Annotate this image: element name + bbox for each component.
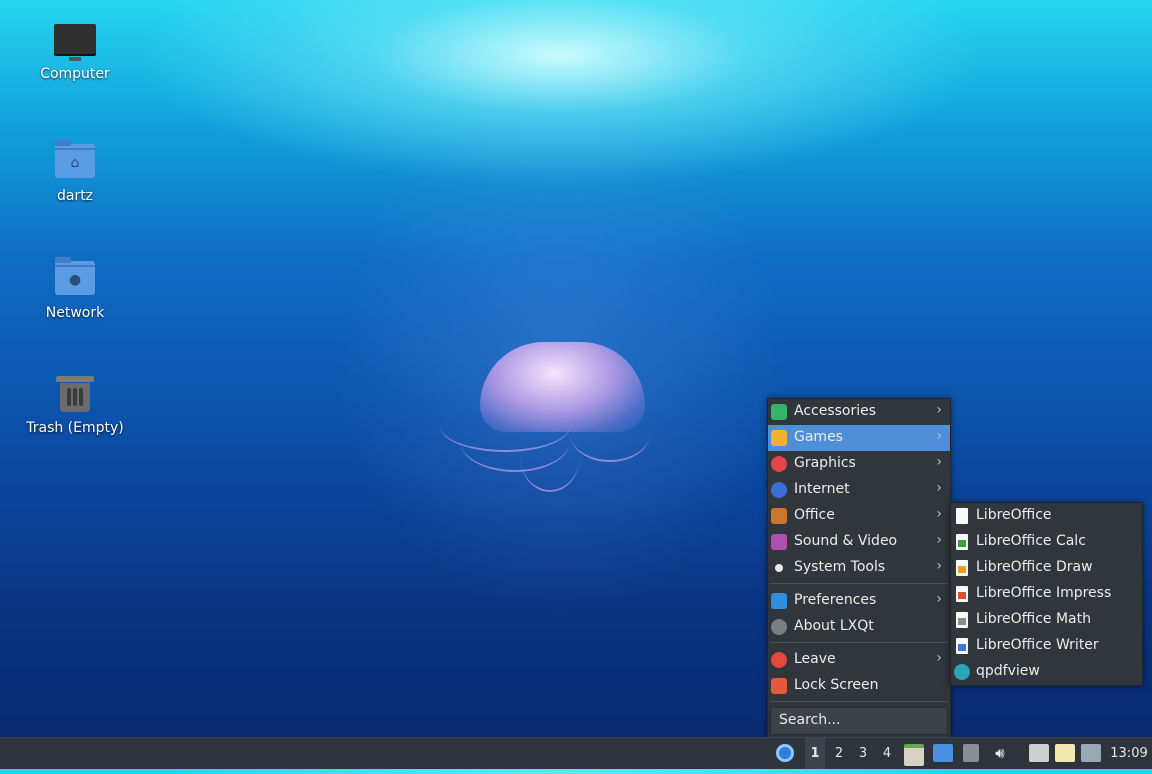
menu-item-games[interactable]: Games › bbox=[768, 425, 950, 451]
chevron-right-icon: › bbox=[936, 558, 942, 574]
taskbar-panel: 1 2 3 4 🔊︎ 13:09 bbox=[0, 737, 1152, 769]
menu-item-sound-video[interactable]: Sound & Video › bbox=[768, 529, 950, 555]
lxqt-logo-icon bbox=[776, 744, 794, 762]
clock[interactable]: 13:09 bbox=[1108, 738, 1150, 769]
notification-icon[interactable] bbox=[1081, 744, 1101, 762]
trash-icon bbox=[56, 376, 94, 412]
workspace-1-button[interactable]: 1 bbox=[805, 738, 825, 769]
menu-separator bbox=[770, 583, 948, 584]
home-folder-icon: ⌂ bbox=[55, 140, 95, 178]
desktop-icon-trash[interactable]: Trash (Empty) bbox=[20, 372, 130, 436]
desktop-icon-label: Trash (Empty) bbox=[26, 420, 124, 436]
main-menu: Accessories › Games › Graphics › Interne… bbox=[767, 398, 951, 739]
submenu-item-libreoffice-writer[interactable]: LibreOffice Writer bbox=[951, 633, 1142, 659]
menu-separator bbox=[770, 642, 948, 643]
accessories-icon bbox=[771, 404, 787, 420]
desktop-icon-label: dartz bbox=[56, 188, 94, 204]
chevron-right-icon: › bbox=[936, 506, 942, 522]
internet-icon bbox=[771, 482, 787, 498]
network-status-icon[interactable] bbox=[1029, 744, 1049, 762]
libreoffice-calc-icon bbox=[956, 534, 968, 550]
chevron-right-icon: › bbox=[936, 480, 942, 496]
submenu-item-libreoffice-draw[interactable]: LibreOffice Draw bbox=[951, 555, 1142, 581]
submenu-item-qpdfview[interactable]: qpdfview bbox=[951, 659, 1142, 685]
desktop-icon-label: Network bbox=[45, 305, 105, 321]
desktop-icon-home[interactable]: ⌂ dartz bbox=[20, 140, 130, 204]
volume-icon[interactable]: 🔊︎ bbox=[990, 744, 1010, 762]
libreoffice-icon bbox=[956, 508, 968, 524]
submenu-item-libreoffice-impress[interactable]: LibreOffice Impress bbox=[951, 581, 1142, 607]
submenu-item-libreoffice-calc[interactable]: LibreOffice Calc bbox=[951, 529, 1142, 555]
sound-video-icon bbox=[771, 534, 787, 550]
office-icon bbox=[771, 508, 787, 524]
workspace-3-button[interactable]: 3 bbox=[853, 738, 873, 769]
eject-icon[interactable] bbox=[963, 744, 979, 762]
menu-item-leave[interactable]: Leave › bbox=[768, 647, 950, 673]
desktop-icon-label: Computer bbox=[40, 66, 110, 82]
wallpaper-jellyfish bbox=[420, 330, 670, 500]
show-desktop-icon[interactable] bbox=[933, 744, 953, 762]
network-folder-icon: ● bbox=[55, 257, 95, 295]
libreoffice-math-icon bbox=[956, 612, 968, 628]
office-submenu: LibreOffice LibreOffice Calc LibreOffice… bbox=[950, 502, 1143, 686]
menu-item-internet[interactable]: Internet › bbox=[768, 477, 950, 503]
computer-icon bbox=[54, 24, 96, 61]
libreoffice-writer-icon bbox=[956, 638, 968, 654]
workspace-2-button[interactable]: 2 bbox=[829, 738, 849, 769]
games-icon bbox=[771, 430, 787, 446]
menu-item-office[interactable]: Office › bbox=[768, 503, 950, 529]
power-icon bbox=[771, 652, 787, 668]
menu-item-graphics[interactable]: Graphics › bbox=[768, 451, 950, 477]
menu-search-input[interactable]: Search... bbox=[770, 707, 948, 735]
chevron-right-icon: › bbox=[936, 402, 942, 418]
chevron-right-icon: › bbox=[936, 650, 942, 666]
menu-item-accessories[interactable]: Accessories › bbox=[768, 399, 950, 425]
graphics-icon bbox=[771, 456, 787, 472]
preferences-icon bbox=[771, 593, 787, 609]
menu-separator bbox=[770, 701, 948, 702]
info-icon bbox=[771, 619, 787, 635]
submenu-item-libreoffice-math[interactable]: LibreOffice Math bbox=[951, 607, 1142, 633]
system-tools-icon bbox=[771, 560, 787, 576]
chevron-right-icon: › bbox=[936, 428, 942, 444]
libreoffice-draw-icon bbox=[956, 560, 968, 576]
libreoffice-impress-icon bbox=[956, 586, 968, 602]
file-manager-icon[interactable] bbox=[904, 744, 924, 766]
desktop-icon-computer[interactable]: Computer bbox=[20, 22, 130, 82]
menu-item-lock-screen[interactable]: Lock Screen bbox=[768, 673, 950, 699]
main-menu-button[interactable] bbox=[772, 738, 798, 769]
chevron-right-icon: › bbox=[936, 454, 942, 470]
chevron-right-icon: › bbox=[936, 591, 942, 607]
workspace-4-button[interactable]: 4 bbox=[877, 738, 897, 769]
qpdfview-icon bbox=[954, 664, 970, 680]
desktop-icon-network[interactable]: ● Network bbox=[20, 257, 130, 321]
clipboard-icon[interactable] bbox=[1055, 744, 1075, 762]
menu-item-system-tools[interactable]: System Tools › bbox=[768, 555, 950, 581]
submenu-item-libreoffice[interactable]: LibreOffice bbox=[951, 503, 1142, 529]
chevron-right-icon: › bbox=[936, 532, 942, 548]
menu-item-about-lxqt[interactable]: About LXQt bbox=[768, 614, 950, 640]
lock-icon bbox=[771, 678, 787, 694]
menu-item-preferences[interactable]: Preferences › bbox=[768, 588, 950, 614]
